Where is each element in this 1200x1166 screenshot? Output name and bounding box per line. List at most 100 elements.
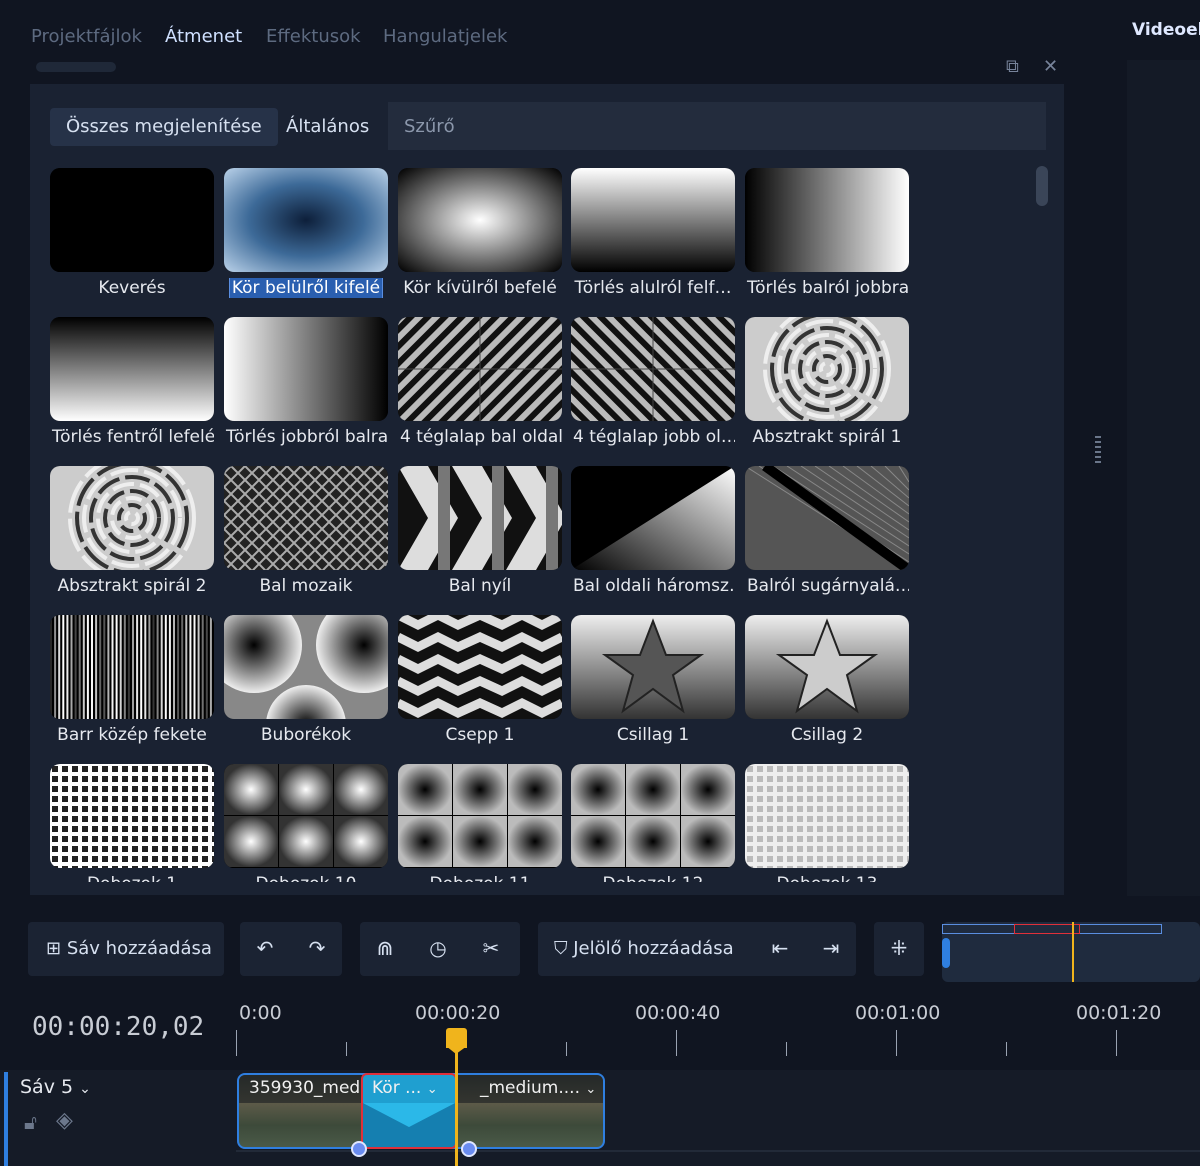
- transition-thumbnail: [398, 317, 562, 421]
- show-all-button[interactable]: Összes megjelenítése: [50, 108, 278, 146]
- tab-project-files[interactable]: Projektfájlok: [31, 26, 142, 47]
- transition-item[interactable]: Buborékok: [224, 615, 388, 745]
- transition-thumbnail: [398, 615, 562, 719]
- transition-thumbnail: [50, 317, 214, 421]
- transition-item[interactable]: Bal oldali háromsz…: [571, 466, 735, 596]
- transition-item[interactable]: Dobozok 10: [224, 764, 388, 882]
- redo-icon[interactable]: ↷: [302, 936, 332, 960]
- chevron-down-icon: ⌄: [79, 1081, 91, 1097]
- transition-label: Csepp 1: [445, 725, 515, 745]
- transition-label: Kör kívülről befelé: [403, 278, 557, 298]
- keyframe-icon[interactable]: ◈: [56, 1108, 73, 1133]
- transition-item[interactable]: Dobozok 12: [571, 764, 735, 882]
- transition-thumbnail: [745, 317, 909, 421]
- add-track-label: Sáv hozzáadása: [66, 938, 212, 959]
- transition-thumbnail: [50, 466, 214, 570]
- general-button[interactable]: Általános: [270, 108, 385, 146]
- transition-item[interactable]: Törlés jobbról balra: [224, 317, 388, 447]
- track-name[interactable]: Sáv 5 ⌄: [20, 1076, 91, 1098]
- right-panel: [1127, 60, 1200, 896]
- transition-item[interactable]: Dobozok 1: [50, 764, 214, 882]
- transition-item[interactable]: Absztrakt spirál 2: [50, 466, 214, 596]
- transition-item[interactable]: Balról sugárnyalá…: [745, 466, 909, 596]
- transition-item[interactable]: 4 téglalap jobb ol…: [571, 317, 735, 447]
- restore-icon[interactable]: ⧉: [1006, 56, 1019, 77]
- transition-label: Dobozok 12: [571, 874, 735, 882]
- tab-scroll-indicator[interactable]: [36, 62, 116, 72]
- transition-item[interactable]: Csillag 2: [745, 615, 909, 745]
- clip-label: _medium.... ⌄: [480, 1078, 597, 1098]
- lock-icon[interactable]: 🔓︎: [24, 1110, 37, 1134]
- playhead-handle[interactable]: [446, 1028, 467, 1048]
- transition-label: Keverés: [98, 278, 166, 298]
- minor-tick: [566, 1042, 567, 1056]
- transition-item[interactable]: Csepp 1: [398, 615, 562, 745]
- transition-label: Törlés alulról felf…: [574, 278, 732, 298]
- transition-label: Barr közép fekete: [57, 725, 207, 745]
- prev-marker-icon[interactable]: ⇤: [765, 936, 795, 960]
- tick-label: 0:00: [239, 1002, 282, 1024]
- transition-thumbnail: [745, 466, 909, 570]
- add-track-button[interactable]: ⊞ Sáv hozzáadása: [46, 938, 212, 959]
- transition-label: Törlés jobbról balra: [226, 427, 388, 447]
- minor-tick: [346, 1042, 347, 1056]
- current-timecode: 00:00:20,02: [32, 1012, 205, 1042]
- transition-label: Buborékok: [260, 725, 352, 745]
- add-marker-button[interactable]: ⛉ Jelölő hozzáadása: [554, 938, 734, 959]
- transition-item[interactable]: 4 téglalap bal oldal: [398, 317, 562, 447]
- clip-label: 359930_med: [249, 1078, 361, 1098]
- transition-label: Törlés fentről lefelé: [52, 427, 214, 447]
- center-playhead-icon[interactable]: ⁜: [884, 936, 914, 960]
- transition-item[interactable]: Kör kívülről befelé: [398, 168, 562, 298]
- transition-item[interactable]: Bal mozaik: [224, 466, 388, 596]
- magnet-icon[interactable]: ⋒: [370, 936, 400, 960]
- filter-input[interactable]: [388, 102, 1046, 150]
- transition-item[interactable]: Csillag 1: [571, 615, 735, 745]
- transition-label: Törlés balról jobbra: [747, 278, 909, 298]
- transition-item[interactable]: Törlés balról jobbra: [745, 168, 909, 298]
- transition-item[interactable]: Kör belülről kifelé: [224, 168, 388, 298]
- close-icon[interactable]: ✕: [1043, 56, 1058, 77]
- scissors-icon[interactable]: ✂: [476, 936, 506, 960]
- minor-tick: [786, 1042, 787, 1056]
- transition-thumbnail: [224, 168, 388, 272]
- splitter-handle[interactable]: [1095, 436, 1101, 466]
- transition-item[interactable]: Absztrakt spirál 1: [745, 317, 909, 447]
- next-marker-icon[interactable]: ⇥: [816, 936, 846, 960]
- transition-item[interactable]: Barr közép fekete: [50, 615, 214, 745]
- tab-effects[interactable]: Effektusok: [266, 26, 361, 47]
- marker-icon: ⛉: [554, 938, 568, 959]
- transition-handle-left[interactable]: [351, 1141, 367, 1157]
- transition-item[interactable]: Törlés alulról felf…: [571, 168, 735, 298]
- transition-item[interactable]: Törlés fentről lefelé: [50, 317, 214, 447]
- major-tick: [236, 1030, 237, 1056]
- add-box-icon: ⊞: [46, 938, 62, 959]
- transition-thumbnail: [50, 615, 214, 719]
- timeline-minimap[interactable]: [942, 922, 1200, 982]
- grid-scrollbar[interactable]: [1036, 166, 1048, 206]
- transition-thumbnail: [571, 317, 735, 421]
- transition-handle-right[interactable]: [461, 1141, 477, 1157]
- transition-thumbnail: [571, 168, 735, 272]
- transition-thumbnail: [398, 466, 562, 570]
- add-marker-label: Jelölő hozzáadása: [573, 938, 734, 959]
- transition-label: Dobozok 13: [745, 874, 909, 882]
- major-tick: [676, 1030, 677, 1056]
- tab-emojis[interactable]: Hangulatjelek: [383, 26, 507, 47]
- transition-clip-label: Kör ... ⌄: [372, 1078, 438, 1098]
- transition-label: 4 téglalap jobb ol…: [573, 427, 735, 447]
- transition-thumbnail: [224, 764, 388, 868]
- transition-grid: Keverés Kör belülről kifelé Kör kívülről b…: [30, 160, 1030, 882]
- transition-item[interactable]: Dobozok 11: [398, 764, 562, 882]
- transition-label: Dobozok 11: [398, 874, 562, 882]
- transition-item[interactable]: Dobozok 13: [745, 764, 909, 882]
- transition-item[interactable]: Keverés: [50, 168, 214, 298]
- clock-icon[interactable]: ◷: [423, 936, 453, 960]
- playhead-line: [455, 1046, 458, 1166]
- transition-label: Absztrakt spirál 1: [752, 427, 902, 447]
- transition-item[interactable]: Bal nyíl: [398, 466, 562, 596]
- track-content-line: [236, 1150, 1200, 1152]
- undo-icon[interactable]: ↶: [250, 936, 280, 960]
- tab-transitions[interactable]: Átmenet: [165, 26, 242, 47]
- right-panel-title: Videoel: [1132, 20, 1200, 40]
